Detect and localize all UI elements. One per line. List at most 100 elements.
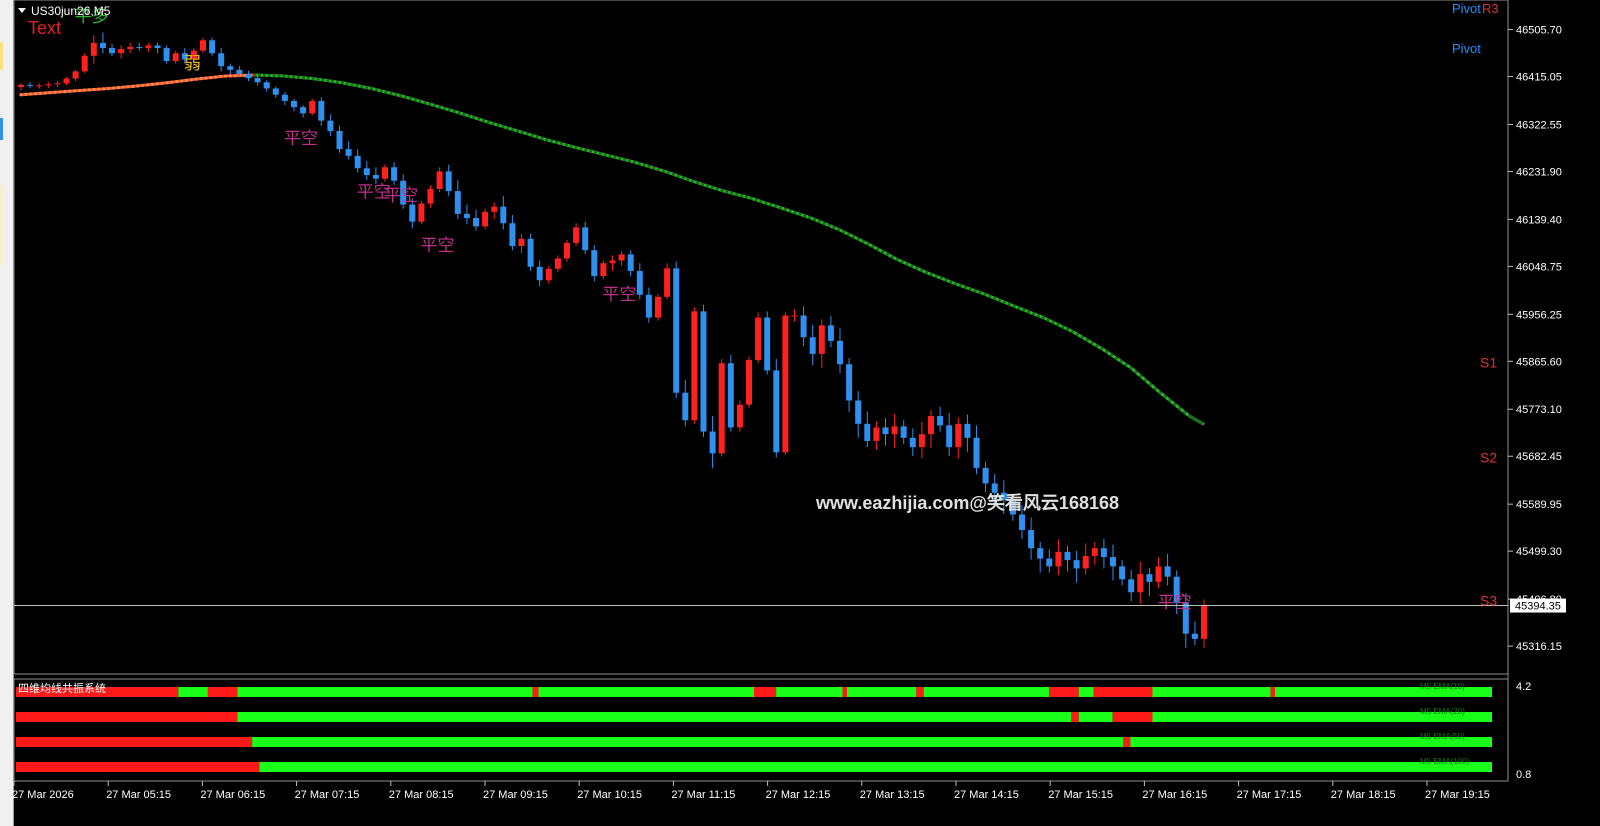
candle	[773, 359, 780, 458]
candle	[964, 414, 971, 452]
candle-body	[254, 78, 261, 83]
indicator-segment	[178, 687, 208, 697]
ma-dot	[550, 139, 554, 143]
chart-menu-triangle-icon[interactable]	[18, 8, 26, 13]
candle-body	[764, 317, 771, 371]
ma-dot	[1051, 320, 1055, 324]
candle	[609, 255, 616, 271]
candle	[54, 80, 61, 87]
candle-body	[782, 315, 789, 453]
ma-dot	[131, 84, 135, 88]
candle	[691, 307, 698, 424]
candle-body	[600, 263, 607, 277]
time-tick-label: 27 Mar 12:15	[766, 789, 831, 801]
candle	[136, 42, 143, 51]
ma-dot	[525, 132, 529, 136]
candle	[1055, 539, 1062, 576]
ma-dot	[1085, 338, 1089, 342]
ma-dot	[895, 257, 899, 262]
indicator-row-label: M5 EMA(20)	[1420, 707, 1465, 716]
ma-dot	[627, 159, 632, 163]
chart-canvas[interactable]: 平多弱平空平空平空平空平空平空 M5 EMA(10)M5 EMA(20)M5 E…	[0, 0, 1600, 826]
candlesticks[interactable]	[18, 32, 1207, 648]
candle	[127, 42, 134, 54]
indicator-bars: M5 EMA(10) M5 EMA(20) M5 EMA(50) M5 EMA(100…	[16, 682, 1492, 772]
indicator-segment	[259, 762, 1492, 772]
ma-dot	[141, 83, 145, 87]
candle-body	[582, 227, 589, 251]
time-tick-label: 27 Mar 07:15	[295, 789, 360, 801]
candle-body	[473, 218, 479, 227]
candle-body	[72, 71, 79, 79]
candle	[254, 76, 261, 86]
candle	[391, 162, 398, 185]
ma-dot	[1090, 341, 1094, 345]
candle-body	[1091, 548, 1098, 556]
level-label: S2	[1480, 449, 1497, 465]
ma-dot	[428, 102, 432, 106]
symbol-title: US30jun26,M5	[31, 4, 111, 18]
price-tick-label: 45682.45	[1516, 451, 1562, 463]
ma-dot	[812, 217, 817, 222]
time-tick-label: 27 Mar 14:15	[954, 789, 1019, 801]
candle	[855, 391, 862, 438]
ma-dot	[340, 81, 344, 85]
candle-body	[36, 85, 43, 87]
ma-dot	[963, 285, 968, 289]
candle-body	[54, 83, 61, 85]
ma-dot	[442, 106, 447, 111]
ma-dot	[374, 88, 378, 92]
ma-dot	[204, 76, 208, 80]
ma-dot	[360, 84, 364, 89]
indicator-segment	[237, 687, 533, 697]
ma-dot	[491, 122, 495, 126]
ma-dot	[1105, 350, 1109, 354]
indicator-segment	[1270, 687, 1276, 697]
candle	[382, 164, 388, 182]
ma-dot	[754, 198, 758, 202]
candle-body	[554, 258, 561, 269]
ma-dot	[934, 274, 938, 278]
ma-dot	[637, 161, 641, 166]
ma-dot	[92, 87, 96, 92]
ma-dot	[267, 73, 271, 78]
ma-dot	[588, 149, 593, 153]
candle	[764, 311, 771, 375]
ma-dot	[666, 171, 671, 175]
ma-dot	[97, 87, 101, 91]
candle-body	[837, 340, 843, 365]
candle	[837, 328, 843, 374]
ma-dot	[477, 117, 481, 121]
candle	[591, 245, 598, 282]
candle	[1201, 599, 1207, 648]
ma-dot	[861, 239, 865, 244]
candle	[664, 263, 671, 300]
ma-dot	[321, 78, 325, 82]
candle-body	[573, 227, 580, 243]
candle-body	[409, 204, 416, 222]
candle	[554, 255, 561, 272]
candle-body	[636, 270, 643, 295]
ma-dot	[798, 212, 802, 216]
candle-body	[127, 47, 134, 50]
ma-dot	[311, 77, 315, 81]
ma-dot	[306, 76, 310, 80]
ma-dot	[885, 252, 890, 256]
ma-dot	[399, 94, 403, 98]
candle	[1073, 550, 1080, 583]
candle	[473, 209, 479, 231]
candle-body	[1146, 574, 1153, 582]
price-tick-label: 45865.60	[1516, 356, 1562, 368]
candle	[90, 35, 97, 64]
candle-body	[1164, 566, 1171, 577]
ma-dot	[82, 88, 86, 92]
candle	[700, 304, 707, 437]
ma-dot	[29, 92, 33, 96]
ma-dot	[102, 87, 106, 91]
candle	[937, 406, 944, 432]
candle-body	[982, 467, 989, 484]
ma-dot	[530, 133, 534, 137]
ma-dot	[214, 75, 218, 79]
candle-body	[90, 42, 97, 56]
ma-dot	[394, 92, 398, 97]
